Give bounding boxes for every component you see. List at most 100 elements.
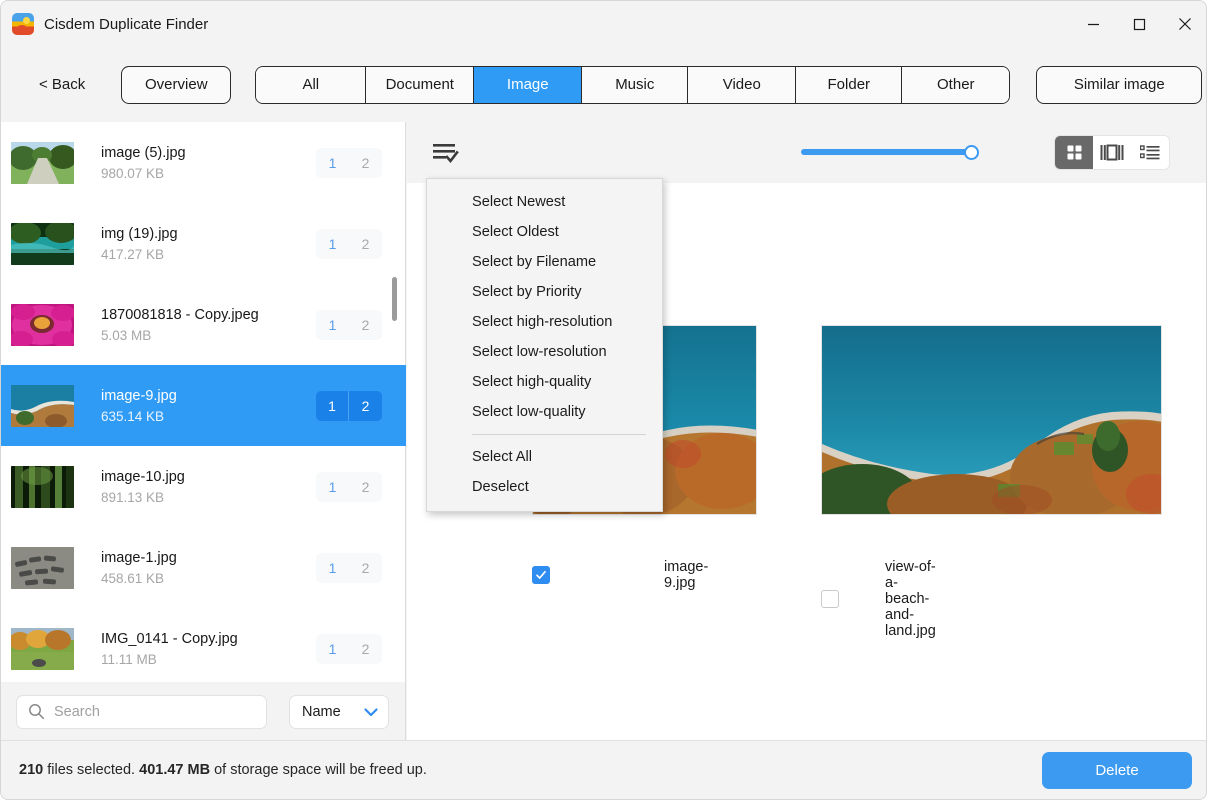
menu-item-select-low-resolution[interactable]: Select low-resolution — [427, 337, 662, 367]
similar-image-button[interactable]: Similar image — [1036, 65, 1203, 104]
grid-cell-row: view-of-a-beach-and-land.jpg — [821, 559, 936, 639]
file-sidebar: image (5).jpg 980.07 KB 1 2 img (19).jpg… — [1, 122, 406, 741]
file-size: 417.27 KB — [101, 246, 165, 262]
count-badge-1[interactable]: 1 — [316, 471, 349, 502]
tab-music[interactable]: Music — [582, 66, 689, 103]
list-item[interactable]: img (19).jpg 417.27 KB 1 2 — [1, 203, 406, 284]
tab-other[interactable]: Other — [902, 66, 1010, 103]
file-name: IMG_0141 - Copy.jpg — [101, 630, 238, 647]
file-thumbnail — [11, 222, 74, 265]
file-meta: img (19).jpg 417.27 KB — [101, 226, 316, 262]
duplicate-count-badges: 1 2 — [316, 309, 382, 340]
count-badge-2[interactable]: 2 — [349, 228, 382, 259]
menu-item-select-all[interactable]: Select All — [427, 442, 662, 472]
count-badge-2[interactable]: 2 — [349, 147, 382, 178]
sort-select-value: Name — [302, 703, 341, 720]
file-meta: image-10.jpg 891.13 KB — [101, 469, 316, 505]
file-thumbnail — [11, 384, 74, 427]
overview-button[interactable]: Overview — [121, 65, 232, 104]
image-preview-thumbnail[interactable] — [821, 325, 1162, 515]
menu-item-select-high-quality[interactable]: Select high-quality — [427, 367, 662, 397]
scrollbar-thumb[interactable] — [392, 277, 397, 321]
count-badge-2[interactable]: 2 — [349, 309, 382, 340]
status-mid-text: files selected. — [47, 762, 136, 778]
count-badge-1[interactable]: 1 — [316, 633, 349, 664]
list-item-selected[interactable]: image-9.jpg 635.14 KB 1 2 — [1, 365, 406, 446]
image-checkbox[interactable] — [532, 566, 550, 584]
menu-item-select-by-filename[interactable]: Select by Filename — [427, 247, 662, 277]
delete-button[interactable]: Delete — [1042, 752, 1192, 789]
file-name: img (19).jpg — [101, 225, 178, 242]
count-badge-2[interactable]: 2 — [349, 471, 382, 502]
file-thumbnail — [11, 465, 74, 508]
status-bar: 210 files selected. 401.47 MB of storage… — [1, 740, 1206, 799]
list-item[interactable]: image (5).jpg 980.07 KB 1 2 — [1, 122, 406, 203]
image-filename: image-9.jpg — [664, 559, 709, 591]
thumbnail-size-slider[interactable] — [801, 145, 979, 160]
count-badge-1[interactable]: 1 — [316, 147, 349, 178]
select-context-menu: Select Newest Select Oldest Select by Fi… — [426, 178, 663, 512]
tab-folder[interactable]: Folder — [796, 66, 903, 103]
menu-item-select-high-resolution[interactable]: Select high-resolution — [427, 307, 662, 337]
chevron-down-icon — [362, 703, 380, 721]
app-window: Cisdem Duplicate Finder < Back Overview … — [0, 0, 1207, 800]
count-badge-2[interactable]: 2 — [349, 390, 382, 421]
list-item[interactable]: IMG_0141 - Copy.jpg 11.11 MB 1 2 — [1, 608, 406, 682]
list-item[interactable]: 1870081818 - Copy.jpeg 5.03 MB 1 2 — [1, 284, 406, 365]
duplicate-count-badges: 1 2 — [316, 552, 382, 583]
file-thumbnail — [11, 627, 74, 670]
list-check-icon[interactable] — [427, 136, 465, 170]
sidebar-scrollbar[interactable] — [392, 132, 398, 677]
slider-track — [801, 149, 978, 155]
menu-separator — [472, 434, 646, 435]
file-name: 1870081818 - Copy.jpeg — [101, 306, 259, 323]
tab-document[interactable]: Document — [366, 66, 475, 103]
tab-image[interactable]: Image — [474, 66, 583, 103]
grid-cell-row: image-9.jpg — [532, 559, 708, 591]
file-size: 11.11 MB — [101, 651, 157, 667]
image-checkbox[interactable] — [821, 590, 839, 608]
count-badge-2[interactable]: 2 — [349, 633, 382, 664]
carousel-icon[interactable] — [1093, 136, 1131, 169]
list-icon[interactable] — [1131, 136, 1169, 169]
search-box[interactable] — [16, 694, 267, 729]
menu-item-select-newest[interactable]: Select Newest — [427, 187, 662, 217]
count-badge-1[interactable]: 1 — [316, 552, 349, 583]
grid-icon[interactable] — [1055, 136, 1093, 169]
slider-knob[interactable] — [964, 145, 979, 160]
tab-all[interactable]: All — [256, 66, 367, 103]
freed-space-size: 401.47 MB — [139, 762, 211, 778]
list-item[interactable]: image-10.jpg 891.13 KB 1 2 — [1, 446, 406, 527]
count-badge-1[interactable]: 1 — [316, 228, 349, 259]
menu-item-deselect[interactable]: Deselect — [427, 472, 662, 502]
back-button[interactable]: < Back — [39, 76, 85, 93]
close-button[interactable] — [1162, 1, 1206, 47]
file-size: 980.07 KB — [101, 165, 165, 181]
tab-video[interactable]: Video — [688, 66, 797, 103]
selected-file-count: 210 — [19, 762, 44, 778]
file-meta: image (5).jpg 980.07 KB — [101, 145, 316, 181]
sort-select[interactable]: Name — [289, 694, 389, 729]
menu-item-select-oldest[interactable]: Select Oldest — [427, 217, 662, 247]
list-item[interactable]: image-1.jpg 458.61 KB 1 2 — [1, 527, 406, 608]
file-thumbnail — [11, 141, 74, 184]
count-badge-1[interactable]: 1 — [316, 390, 349, 421]
minimize-button[interactable] — [1070, 1, 1116, 47]
menu-item-select-low-quality[interactable]: Select low-quality — [427, 397, 662, 427]
file-thumbnail — [11, 303, 74, 346]
search-input[interactable] — [54, 703, 266, 720]
file-meta: image-9.jpg 635.14 KB — [101, 388, 316, 424]
file-size: 635.14 KB — [101, 408, 165, 424]
maximize-button[interactable] — [1116, 1, 1162, 47]
duplicate-count-badges: 1 2 — [316, 228, 382, 259]
count-badge-1[interactable]: 1 — [316, 309, 349, 340]
landscape-image-icon — [12, 13, 34, 35]
duplicate-count-badges: 1 2 — [316, 633, 382, 664]
file-name: image-9.jpg — [101, 387, 177, 404]
count-badge-2[interactable]: 2 — [349, 552, 382, 583]
menu-item-select-by-priority[interactable]: Select by Priority — [427, 277, 662, 307]
duplicate-count-badges: 1 2 — [316, 390, 382, 421]
status-tail-text: of storage space will be freed up. — [214, 762, 427, 778]
file-size: 891.13 KB — [101, 489, 165, 505]
file-meta: IMG_0141 - Copy.jpg 11.11 MB — [101, 631, 316, 667]
